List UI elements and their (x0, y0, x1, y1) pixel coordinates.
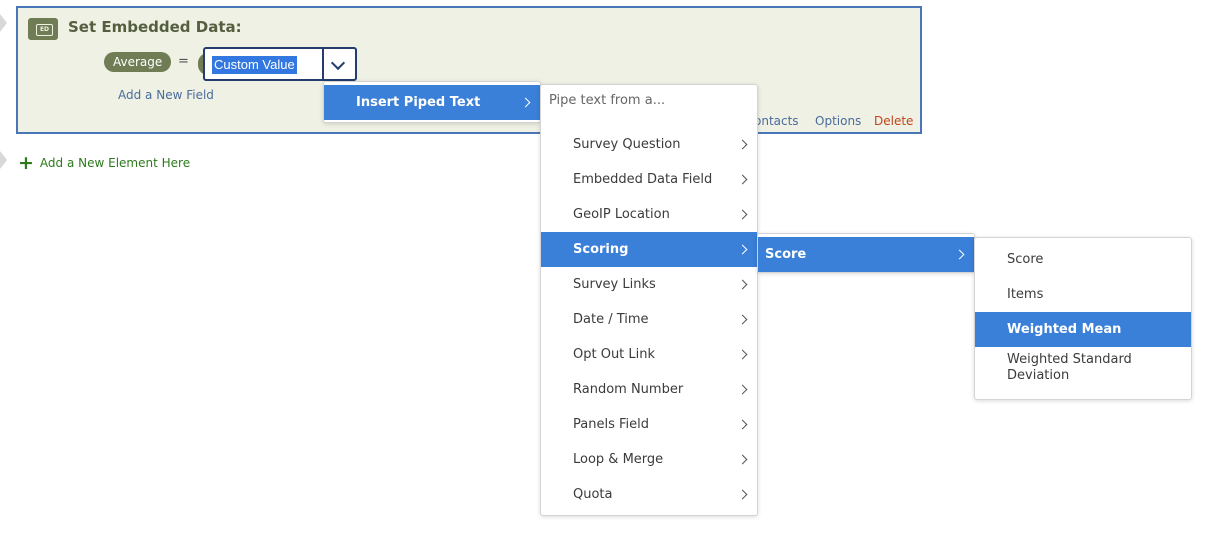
scoring-submenu: Score (757, 233, 975, 273)
block-title: Set Embedded Data: (68, 18, 242, 36)
menu-item-label: Scoring (573, 242, 629, 257)
menu-item-label: Quota (573, 487, 613, 502)
menu-item-label: Weighted Mean (1007, 322, 1122, 337)
value-input[interactable]: Custom Value (203, 47, 357, 81)
menu-item-panels-field[interactable]: Panels Field (541, 407, 757, 442)
chevron-right-icon (737, 489, 748, 500)
chevron-right-icon (954, 249, 965, 260)
value-divider (322, 49, 324, 79)
add-new-element-link[interactable]: + Add a New Element Here (18, 152, 190, 174)
chevron-right-icon (737, 244, 748, 255)
menu-item-loop-merge[interactable]: Loop & Merge (541, 442, 757, 477)
chevron-right-icon (737, 314, 748, 325)
menu-item-survey-question[interactable]: Survey Question (541, 127, 757, 162)
chevron-right-icon (737, 174, 748, 185)
pipe-source-menu: Pipe text from a... Survey Question Embe… (540, 84, 758, 516)
menu-item-label: Panels Field (573, 417, 649, 432)
menu-item-label: Items (1007, 287, 1044, 302)
menu-item-label: Score (1007, 252, 1044, 267)
menu-item-score-category[interactable]: Score (758, 237, 974, 272)
delete-link[interactable]: Delete (874, 114, 913, 128)
menu-item-opt-out-link[interactable]: Opt Out Link (541, 337, 757, 372)
menu-item-label: Loop & Merge (573, 452, 664, 467)
chevron-right-icon (520, 97, 531, 108)
menu-item-label: Embedded Data Field (573, 172, 713, 187)
pipe-search-input[interactable]: Pipe text from a... (549, 93, 665, 108)
menu-item-label: Date / Time (573, 312, 649, 327)
equals-sign: = (178, 54, 189, 69)
menu-item-weighted-standard-deviation[interactable]: Weighted Standard Deviation (975, 352, 1191, 392)
menu-item-label: Survey Links (573, 277, 656, 292)
menu-item-label: Survey Question (573, 137, 681, 152)
menu-item-label: GeoIP Location (573, 207, 670, 222)
piped-text-menu: Insert Piped Text (323, 81, 541, 123)
menu-item-score[interactable]: Score (975, 242, 1191, 277)
menu-item-label: Random Number (573, 382, 684, 397)
add-new-field-link[interactable]: Add a New Field (118, 88, 214, 102)
menu-item-random-number[interactable]: Random Number (541, 372, 757, 407)
contacts-link[interactable]: ontacts (754, 114, 799, 128)
element-drag-handle[interactable] (0, 151, 7, 169)
embedded-data-icon: ED (28, 18, 58, 40)
menu-item-label: Weighted Standard Deviation (1007, 352, 1132, 383)
menu-item-insert-piped-text[interactable]: Insert Piped Text (324, 85, 540, 120)
menu-item-survey-links[interactable]: Survey Links (541, 267, 757, 302)
chevron-right-icon (737, 139, 748, 150)
menu-item-embedded-data-field[interactable]: Embedded Data Field (541, 162, 757, 197)
menu-item-date-time[interactable]: Date / Time (541, 302, 757, 337)
menu-item-weighted-mean[interactable]: Weighted Mean (975, 312, 1191, 347)
menu-item-scoring[interactable]: Scoring (541, 232, 757, 267)
chevron-right-icon (737, 349, 748, 360)
chevron-right-icon (737, 279, 748, 290)
menu-item-label: Opt Out Link (573, 347, 656, 362)
menu-item-label: Score (765, 247, 807, 262)
options-link[interactable]: Options (815, 114, 861, 128)
menu-item-items[interactable]: Items (975, 277, 1191, 312)
add-new-element-label: Add a New Element Here (39, 156, 191, 170)
chevron-right-icon (737, 419, 748, 430)
field-name-pill[interactable]: Average (104, 52, 172, 72)
block-drag-handle[interactable] (0, 14, 7, 32)
menu-item-geoip-location[interactable]: GeoIP Location (541, 197, 757, 232)
chevron-right-icon (737, 209, 748, 220)
score-items-menu: Score Items Weighted Mean Weighted Stand… (974, 237, 1192, 400)
menu-item-label: Insert Piped Text (356, 95, 481, 110)
embedded-data-icon-label: ED (36, 24, 53, 36)
chevron-right-icon (737, 384, 748, 395)
plus-icon: + (18, 152, 34, 174)
value-text[interactable]: Custom Value (212, 56, 297, 74)
menu-item-quota[interactable]: Quota (541, 477, 757, 512)
chevron-down-icon[interactable] (330, 55, 346, 71)
chevron-right-icon (737, 454, 748, 465)
